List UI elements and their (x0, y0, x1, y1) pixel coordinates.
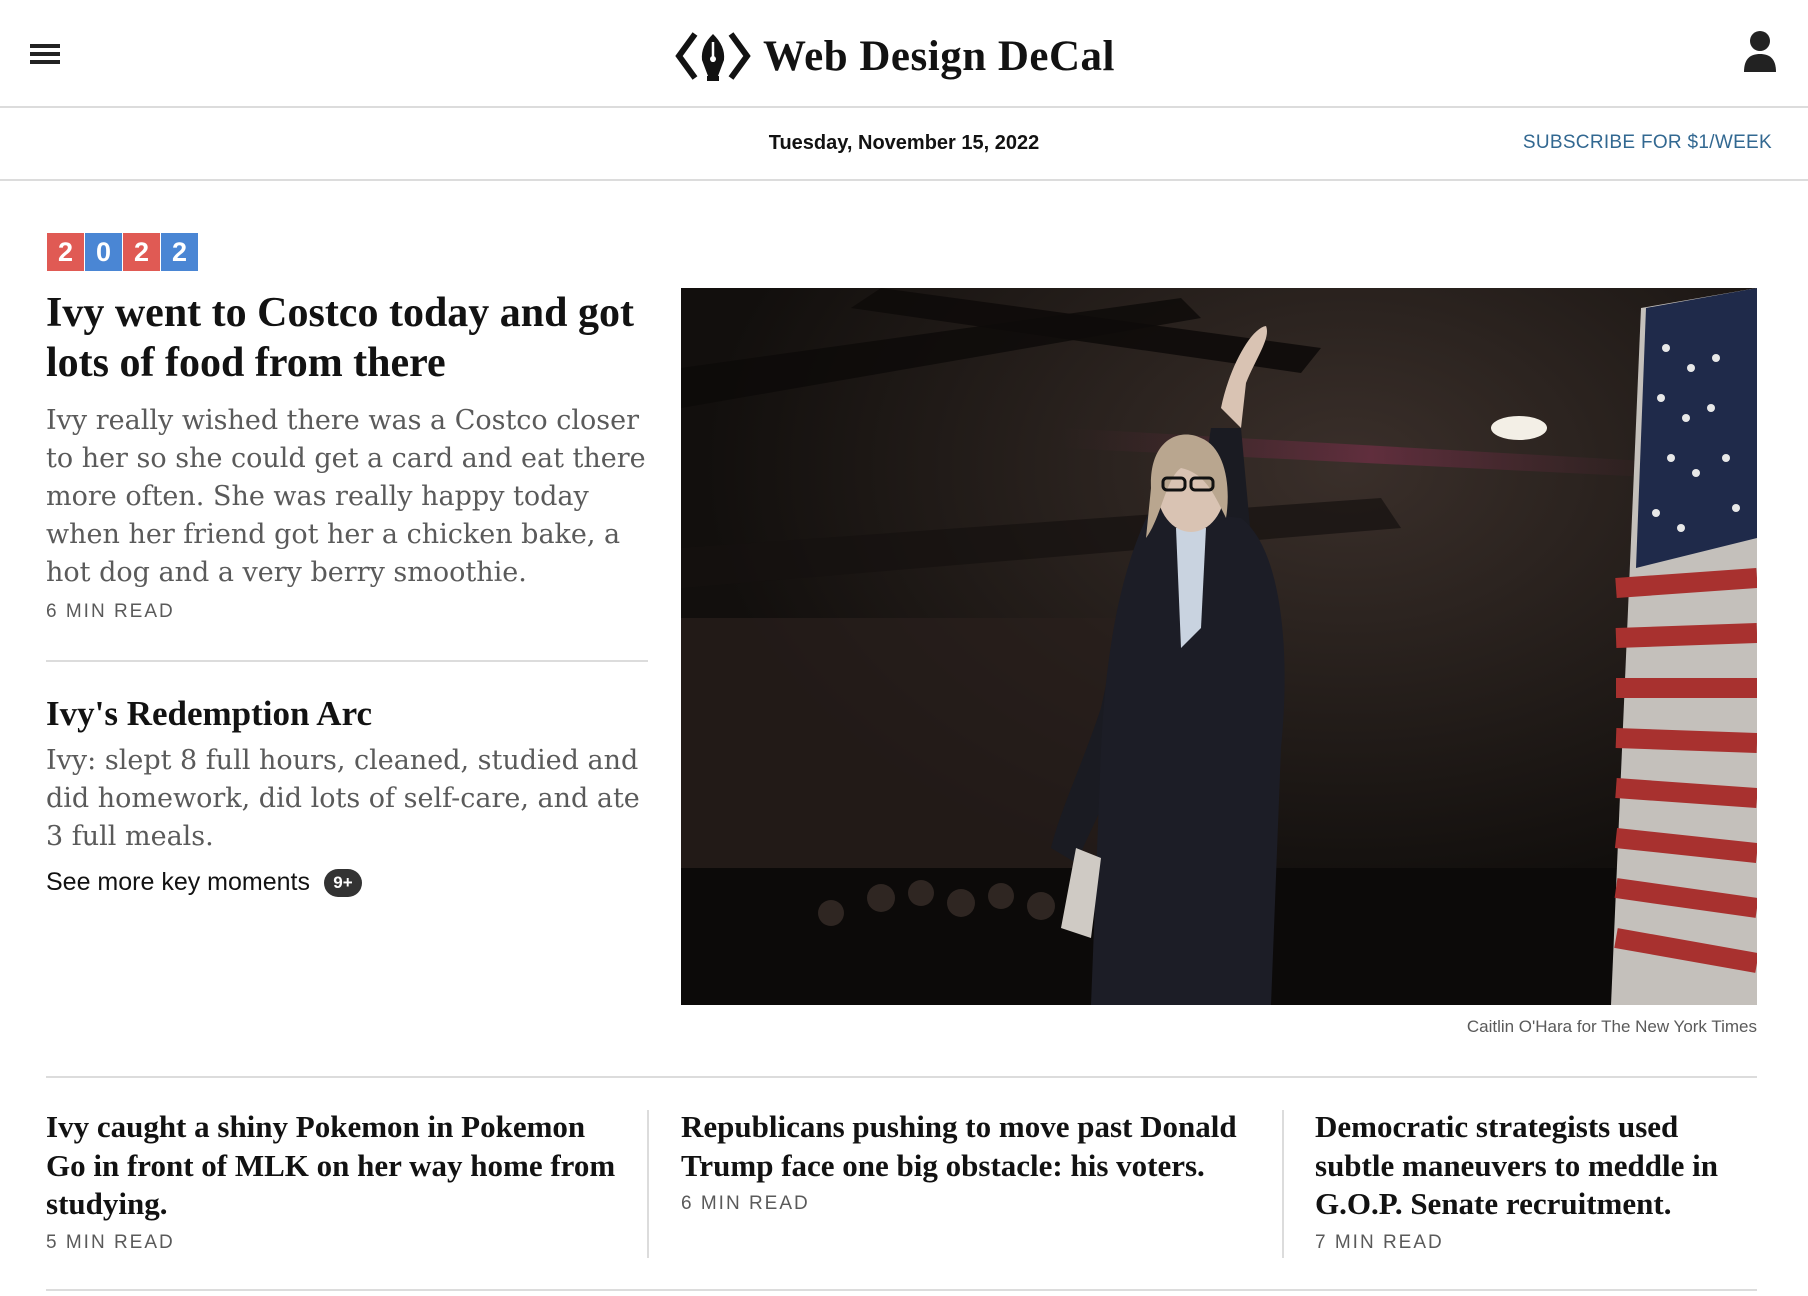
hamburger-menu-icon[interactable] (30, 42, 62, 66)
divider (46, 660, 648, 662)
see-more-key-moments-link[interactable]: See more key moments 9+ (46, 868, 362, 897)
story-card-headline[interactable]: Democratic strategists used subtle maneu… (1315, 1108, 1755, 1224)
election-2022-badge[interactable]: 2 0 2 2 (47, 233, 199, 271)
story-card-read-time: 7 MIN READ (1315, 1231, 1444, 1253)
lead-story-summary: Ivy really wished there was a Costco clo… (46, 405, 646, 588)
brand-name: Web Design DeCal (763, 32, 1115, 80)
badge-digit: 2 (123, 233, 160, 271)
story-card[interactable]: Democratic strategists used subtle maneu… (1315, 1108, 1755, 1254)
story-card-read-time: 5 MIN READ (46, 1231, 175, 1253)
divider (46, 1289, 1757, 1291)
story-card[interactable]: Ivy caught a shiny Pokemon in Pokemon Go… (46, 1108, 626, 1254)
key-moments-count-badge: 9+ (324, 868, 362, 897)
date-bar: Tuesday, November 15, 2022 SUBSCRIBE FOR… (0, 108, 1808, 181)
pen-nib-code-brackets-icon (675, 32, 751, 81)
badge-digit: 2 (161, 233, 198, 271)
story-card-headline[interactable]: Ivy caught a shiny Pokemon in Pokemon Go… (46, 1108, 626, 1224)
photo-credit: Caitlin O'Hara for The New York Times (1466, 1017, 1757, 1036)
badge-digit: 2 (47, 233, 84, 271)
secondary-story-summary: Ivy: slept 8 full hours, cleaned, studie… (46, 745, 640, 852)
key-moments-label: See more key moments (46, 868, 310, 896)
brand[interactable]: Web Design DeCal (675, 26, 1115, 86)
column-divider (647, 1110, 649, 1258)
photo-illustration (681, 288, 1757, 1005)
person-icon[interactable] (1742, 30, 1778, 74)
secondary-story-headline[interactable]: Ivy's Redemption Arc (46, 692, 666, 736)
lead-story-photo[interactable] (681, 288, 1757, 1005)
masthead: Web Design DeCal (0, 0, 1808, 108)
column-divider (1282, 1110, 1284, 1258)
story-card[interactable]: Republicans pushing to move past Donald … (681, 1108, 1261, 1215)
badge-digit: 0 (85, 233, 122, 271)
lead-story-read-time: 6 MIN READ (46, 601, 175, 622)
divider (46, 1076, 1757, 1078)
subscribe-link[interactable]: SUBSCRIBE FOR $1/WEEK (1523, 132, 1772, 154)
story-card-read-time: 6 MIN READ (681, 1193, 810, 1214)
story-card-headline[interactable]: Republicans pushing to move past Donald … (681, 1108, 1261, 1185)
lead-story-headline[interactable]: Ivy went to Costco today and got lots of… (46, 288, 666, 388)
